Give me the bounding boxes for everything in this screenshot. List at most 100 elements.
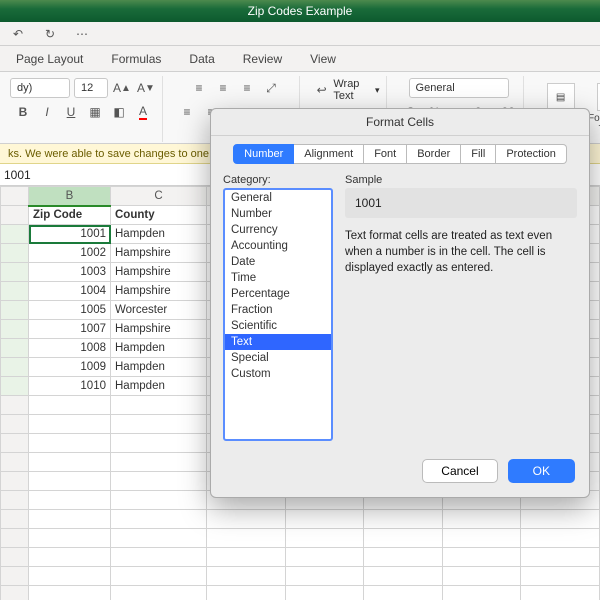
cell[interactable] — [29, 472, 111, 491]
cell[interactable]: 1001 — [29, 225, 111, 244]
font-color-icon[interactable]: A — [133, 102, 153, 122]
tab-review[interactable]: Review — [231, 48, 294, 70]
cell[interactable] — [111, 510, 207, 529]
cell[interactable] — [29, 586, 111, 600]
column-header-c[interactable]: C — [111, 187, 207, 206]
row-header[interactable] — [1, 282, 29, 301]
category-item-scientific[interactable]: Scientific — [225, 318, 331, 334]
cell[interactable] — [29, 510, 111, 529]
row-header[interactable] — [1, 434, 29, 453]
cell[interactable] — [111, 491, 207, 510]
cell[interactable] — [111, 453, 207, 472]
category-item-custom[interactable]: Custom — [225, 366, 331, 382]
cell[interactable] — [111, 586, 207, 600]
tab-data[interactable]: Data — [177, 48, 226, 70]
row-header[interactable] — [1, 225, 29, 244]
row-header[interactable] — [1, 453, 29, 472]
cell[interactable]: Hampden — [111, 339, 207, 358]
dialog-tab-number[interactable]: Number — [233, 144, 294, 164]
row-header[interactable] — [1, 396, 29, 415]
cell[interactable] — [111, 567, 207, 586]
dialog-tab-alignment[interactable]: Alignment — [294, 144, 364, 164]
cell[interactable] — [207, 586, 286, 600]
cell[interactable] — [111, 529, 207, 548]
cell[interactable] — [285, 529, 364, 548]
cell[interactable] — [285, 510, 364, 529]
row-header[interactable] — [1, 263, 29, 282]
cell[interactable] — [29, 434, 111, 453]
category-item-date[interactable]: Date — [225, 254, 331, 270]
cell[interactable] — [442, 548, 521, 567]
row-header[interactable] — [1, 320, 29, 339]
underline-icon[interactable]: U — [61, 102, 81, 122]
cell[interactable]: Hampshire — [111, 263, 207, 282]
align-left-icon[interactable]: ≡ — [177, 102, 197, 122]
cell[interactable] — [29, 396, 111, 415]
cell[interactable]: 1009 — [29, 358, 111, 377]
cell[interactable]: Hampshire — [111, 282, 207, 301]
cell[interactable]: 1007 — [29, 320, 111, 339]
border-icon[interactable]: ▦ — [85, 102, 105, 122]
cell[interactable]: 1008 — [29, 339, 111, 358]
decrease-font-icon[interactable]: A▼ — [136, 78, 156, 98]
row-header[interactable] — [1, 529, 29, 548]
category-item-fraction[interactable]: Fraction — [225, 302, 331, 318]
italic-icon[interactable]: I — [37, 102, 57, 122]
row-header[interactable] — [1, 415, 29, 434]
font-name-select[interactable]: dy) — [10, 78, 70, 98]
cell[interactable]: Hampshire — [111, 244, 207, 263]
undo-icon[interactable]: ↶ — [8, 24, 28, 44]
cell[interactable] — [285, 548, 364, 567]
wrap-text-button[interactable]: Wrap Text — [333, 78, 371, 102]
redo-icon[interactable]: ↻ — [40, 24, 60, 44]
row-header[interactable] — [1, 567, 29, 586]
cell[interactable] — [111, 415, 207, 434]
align-top-icon[interactable]: ≡ — [189, 78, 209, 98]
dialog-tab-fill[interactable]: Fill — [461, 144, 496, 164]
cell[interactable] — [364, 567, 443, 586]
cell[interactable] — [29, 453, 111, 472]
cell[interactable]: 1010 — [29, 377, 111, 396]
category-item-percentage[interactable]: Percentage — [225, 286, 331, 302]
ok-button[interactable]: OK — [508, 459, 575, 483]
cell[interactable] — [29, 548, 111, 567]
cell[interactable] — [521, 548, 600, 567]
cell[interactable] — [521, 529, 600, 548]
category-item-general[interactable]: General — [225, 190, 331, 206]
cell[interactable] — [207, 567, 286, 586]
cell[interactable]: Worcester — [111, 301, 207, 320]
row-header[interactable] — [1, 206, 29, 225]
cell[interactable] — [29, 415, 111, 434]
cancel-button[interactable]: Cancel — [422, 459, 497, 483]
row-header[interactable] — [1, 301, 29, 320]
category-item-number[interactable]: Number — [225, 206, 331, 222]
cell[interactable] — [521, 510, 600, 529]
cell[interactable] — [364, 586, 443, 600]
category-item-time[interactable]: Time — [225, 270, 331, 286]
cell[interactable] — [442, 586, 521, 600]
cell[interactable] — [521, 567, 600, 586]
column-header-b[interactable]: B — [29, 187, 111, 206]
row-header[interactable] — [1, 586, 29, 600]
tab-formulas[interactable]: Formulas — [99, 48, 173, 70]
tab-view[interactable]: View — [298, 48, 348, 70]
font-size-select[interactable]: 12 — [74, 78, 108, 98]
cell[interactable] — [111, 548, 207, 567]
cell[interactable] — [207, 529, 286, 548]
cell[interactable] — [29, 529, 111, 548]
cell[interactable] — [29, 567, 111, 586]
number-format-select[interactable]: General — [409, 78, 509, 98]
cell[interactable] — [364, 548, 443, 567]
cell[interactable]: Hampden — [111, 377, 207, 396]
cell[interactable] — [521, 586, 600, 600]
cell[interactable]: 1003 — [29, 263, 111, 282]
category-item-accounting[interactable]: Accounting — [225, 238, 331, 254]
cell[interactable]: 1004 — [29, 282, 111, 301]
tab-page-layout[interactable]: Page Layout — [4, 48, 95, 70]
cell[interactable]: 1005 — [29, 301, 111, 320]
orientation-icon[interactable]: ⤢ — [261, 78, 281, 98]
cell[interactable] — [29, 491, 111, 510]
cell[interactable] — [285, 586, 364, 600]
cell[interactable]: Hampden — [111, 358, 207, 377]
row-header[interactable] — [1, 548, 29, 567]
